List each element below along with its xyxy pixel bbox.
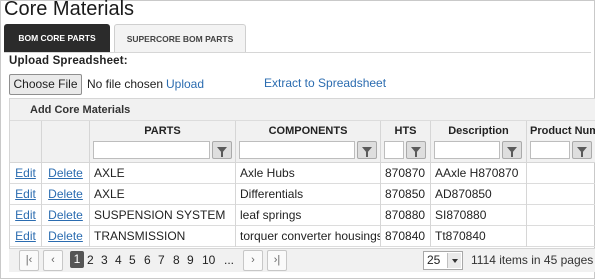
cell-parts: AXLE — [90, 184, 236, 205]
first-page-button[interactable]: |‹ — [19, 250, 39, 271]
cell-product-num — [527, 205, 595, 226]
delete-link[interactable]: Delete — [42, 163, 90, 184]
cell-parts: SUSPENSION SYSTEM — [90, 205, 236, 226]
cell-hts: 870870 — [381, 163, 431, 184]
components-filter-button[interactable] — [357, 141, 377, 159]
description-filter-input[interactable] — [434, 141, 500, 159]
extract-to-spreadsheet-link[interactable]: Extract to Spreadsheet — [264, 76, 386, 90]
table-row: Edit Delete AXLE Differentials 870850 AD… — [10, 184, 595, 205]
page-number[interactable]: 6 — [144, 253, 151, 267]
header-components-label: COMPONENTS — [268, 125, 348, 137]
tab-bom-core-parts[interactable]: BOM CORE PARTS — [4, 24, 110, 52]
cell-hts: 870840 — [381, 226, 431, 247]
cell-hts: 870880 — [381, 205, 431, 226]
page-number[interactable]: 2 — [87, 253, 94, 267]
tab-supercore-bom-parts[interactable]: SUPERCORE BOM PARTS — [114, 24, 246, 52]
components-filter-input[interactable] — [239, 141, 355, 159]
upload-link[interactable]: Upload — [166, 77, 204, 91]
edit-link[interactable]: Edit — [10, 205, 42, 226]
delete-link[interactable]: Delete — [42, 184, 90, 205]
header-description: Description — [431, 121, 527, 163]
hts-filter-button[interactable] — [406, 141, 426, 159]
tab-divider — [4, 52, 591, 53]
cell-components: Axle Hubs — [236, 163, 381, 184]
header-hts-label: HTS — [394, 125, 417, 137]
filter-icon — [507, 147, 517, 157]
header-delete-col — [42, 121, 90, 163]
prev-page-button[interactable]: ‹ — [43, 250, 63, 271]
cell-product-num — [527, 226, 595, 247]
page-number[interactable]: 5 — [129, 253, 136, 267]
edit-link[interactable]: Edit — [10, 226, 42, 247]
last-page-icon: ›| — [273, 254, 281, 266]
pagination-info: 1114 items in 45 pages — [471, 253, 594, 267]
header-product-num: Product Num — [527, 121, 595, 163]
filter-icon — [577, 147, 587, 157]
cell-hts: 870850 — [381, 184, 431, 205]
cell-parts: TRANSMISSION — [90, 226, 236, 247]
page-title: Core Materials — [4, 0, 135, 20]
edit-link[interactable]: Edit — [10, 184, 42, 205]
parts-filter-button[interactable] — [212, 141, 232, 159]
table-row: Edit Delete AXLE Axle Hubs 870870 AAxle … — [10, 163, 595, 184]
product-num-filter-button[interactable] — [572, 141, 592, 159]
cell-parts: AXLE — [90, 163, 236, 184]
cell-components: leaf springs — [236, 205, 381, 226]
filter-icon — [411, 147, 421, 157]
dropdown-caret-icon — [447, 253, 461, 268]
table-row: Edit Delete SUSPENSION SYSTEM leaf sprin… — [10, 205, 595, 226]
table-row: Edit Delete TRANSMISSION torquer convert… — [10, 226, 595, 247]
page-number[interactable]: 10 — [202, 253, 215, 267]
choose-file-button[interactable]: Choose File — [9, 74, 82, 95]
cell-description: AD870850 — [431, 184, 527, 205]
next-page-icon: › — [251, 254, 255, 266]
cell-components: torquer converter housings — [236, 226, 381, 247]
header-parts-label: PARTS — [144, 125, 181, 137]
parts-filter-input[interactable] — [93, 141, 210, 159]
cell-product-num — [527, 163, 595, 184]
page-number[interactable]: 9 — [187, 253, 194, 267]
filter-icon — [217, 147, 227, 157]
cell-components: Differentials — [236, 184, 381, 205]
pagination-bar: |‹ ‹ 1 2 3 4 5 6 7 8 9 10 ... › ›| 25 11… — [9, 248, 595, 272]
cell-description: Tt870840 — [431, 226, 527, 247]
grid-title-bar: Add Core Materials — [10, 99, 595, 121]
grid-title: Add Core Materials — [30, 104, 131, 116]
filter-icon — [362, 147, 372, 157]
cell-description: AAxle H870870 — [431, 163, 527, 184]
cell-product-num — [527, 184, 595, 205]
page-number-current[interactable]: 1 — [70, 251, 84, 268]
page-ellipsis[interactable]: ... — [224, 253, 234, 267]
last-page-button[interactable]: ›| — [267, 250, 287, 271]
header-product-num-label: Product Num — [530, 125, 595, 137]
header-parts: PARTS — [90, 121, 236, 163]
file-status-text: No file chosen — [87, 77, 164, 91]
prev-page-icon: ‹ — [51, 254, 55, 266]
delete-link[interactable]: Delete — [42, 205, 90, 226]
product-num-filter-input[interactable] — [530, 141, 570, 159]
page-size-select[interactable]: 25 — [423, 251, 463, 270]
first-page-icon: |‹ — [25, 254, 33, 266]
description-filter-button[interactable] — [502, 141, 522, 159]
page-number[interactable]: 8 — [173, 253, 180, 267]
cell-description: SI870880 — [431, 205, 527, 226]
upload-spreadsheet-label: Upload Spreadsheet: — [9, 55, 128, 67]
header-components: COMPONENTS — [236, 121, 381, 163]
header-edit-col — [10, 121, 42, 163]
page-number[interactable]: 3 — [101, 253, 108, 267]
edit-link[interactable]: Edit — [10, 163, 42, 184]
tab-bar: BOM CORE PARTS SUPERCORE BOM PARTS — [4, 24, 246, 52]
hts-filter-input[interactable] — [384, 141, 404, 159]
header-description-label: Description — [448, 125, 509, 137]
header-hts: HTS — [381, 121, 431, 163]
page-number[interactable]: 4 — [115, 253, 122, 267]
next-page-button[interactable]: › — [243, 250, 263, 271]
page-number[interactable]: 7 — [158, 253, 165, 267]
core-materials-grid: Add Core Materials PARTS COMPONENTS HTS … — [9, 98, 595, 272]
page-size-value: 25 — [427, 253, 441, 267]
delete-link[interactable]: Delete — [42, 226, 90, 247]
